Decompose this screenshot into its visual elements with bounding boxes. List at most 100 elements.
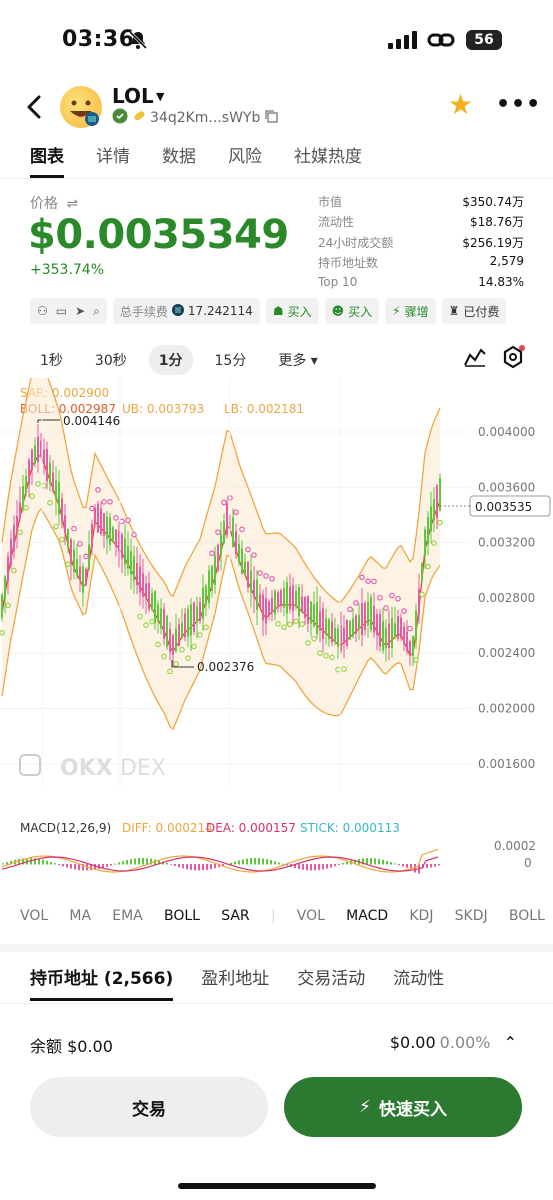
candle-body: [100, 508, 102, 535]
price-chart[interactable]: SAR: 0.002900 BOLL: 0.002987 UB: 0.00379…: [0, 378, 553, 788]
diff-line: [1, 848, 439, 873]
tab-risk[interactable]: 风险: [228, 142, 262, 178]
indicator-macd[interactable]: MACD: [346, 908, 388, 924]
total-fee-chip[interactable]: 总手续费 17.242114: [112, 298, 260, 324]
candle-body: [181, 622, 183, 639]
interval-15m[interactable]: 15分: [205, 345, 257, 375]
tab-holders[interactable]: 持币地址 (2,566): [30, 964, 174, 1001]
candle-body: [430, 506, 432, 532]
indicator-ma[interactable]: MA: [69, 908, 91, 924]
candle-body: [319, 611, 321, 631]
dev-buy-chip[interactable]: ☻ 买入: [324, 298, 380, 324]
candle-body: [76, 559, 78, 575]
candle-body: [97, 503, 99, 533]
sar-dot: [167, 668, 173, 675]
token-stats: 市值 $350.74万 流动性 $18.76万 24小时成交额 $256.19万 持币…: [318, 193, 524, 295]
candle-body: [223, 520, 225, 544]
quick-buy-button[interactable]: ⚡ 快速买入: [284, 1077, 522, 1137]
surge-chip[interactable]: ⚡ 骤增: [385, 298, 436, 324]
interval-1s[interactable]: 1秒: [30, 345, 73, 375]
token-name[interactable]: LOL: [112, 84, 154, 108]
candle-body: [244, 561, 246, 575]
stat-value: $256.19万: [462, 235, 524, 250]
tab-data[interactable]: 数据: [162, 142, 196, 178]
favorite-star-icon[interactable]: ★: [448, 88, 473, 121]
candle-body: [34, 445, 36, 464]
y-tick-label: 0.002000: [478, 702, 535, 716]
sar-dot: [209, 550, 215, 557]
macd-bar: [174, 864, 176, 866]
macd-bar: [346, 861, 348, 865]
stat-value: $350.74万: [462, 195, 524, 209]
swap-icon[interactable]: ⇌: [66, 196, 78, 212]
tab-chart[interactable]: 图表: [30, 142, 64, 178]
indicator-boll-sub[interactable]: BOLL: [509, 908, 545, 924]
macd-bar: [246, 858, 248, 865]
verified-shield-icon: [112, 108, 128, 128]
macd-bar: [334, 864, 336, 867]
copy-icon[interactable]: [264, 109, 279, 127]
interval-1m[interactable]: 1分: [148, 345, 193, 375]
indicator-vol[interactable]: VOL: [20, 908, 48, 924]
macd-bar: [254, 858, 256, 865]
sar-dot: [125, 517, 131, 524]
interval-30s[interactable]: 30秒: [85, 345, 137, 375]
candle-body: [403, 626, 405, 643]
chevron-up-icon[interactable]: ⌃: [504, 1033, 517, 1052]
candle-body: [391, 617, 393, 648]
smart-money-buy-chip[interactable]: ☗ 买入: [265, 298, 319, 324]
indicator-vol-sub[interactable]: VOL: [297, 908, 325, 924]
candle-body: [382, 620, 384, 651]
candle-body: [142, 573, 144, 597]
token-address-row[interactable]: 34q2Km...sWYb: [112, 108, 279, 128]
indicator-ema[interactable]: EMA: [112, 908, 143, 924]
macd-bar: [338, 864, 340, 865]
candle-body: [298, 587, 300, 616]
chart-indicator-icon[interactable]: [464, 347, 486, 371]
candle-body: [121, 534, 123, 559]
token-address: 34q2Km...sWYb: [150, 110, 261, 126]
paid-chip[interactable]: ♜ 已付费: [441, 298, 507, 324]
candle-body: [409, 641, 411, 656]
sar-dot: [341, 666, 347, 672]
tab-social[interactable]: 社媒热度: [294, 142, 362, 178]
sar-dot: [245, 546, 251, 553]
tab-profit[interactable]: 盈利地址: [201, 964, 269, 1001]
indicator-sar[interactable]: SAR: [221, 908, 249, 924]
stat-value: 2,579: [489, 254, 524, 269]
macd-chart[interactable]: MACD(12,26,9) DIFF: 0.000214 DEA: 0.0001…: [0, 812, 553, 900]
trade-button[interactable]: 交易: [30, 1077, 268, 1137]
tab-activity[interactable]: 交易活动: [297, 964, 365, 1001]
sar-dot: [425, 563, 431, 570]
indicator-boll[interactable]: BOLL: [164, 908, 200, 924]
sar-dot: [107, 499, 113, 505]
candle-body: [274, 590, 276, 615]
candle-body: [349, 620, 351, 640]
tab-details[interactable]: 详情: [96, 142, 130, 178]
sar-dot: [323, 652, 329, 659]
fullscreen-icon[interactable]: [19, 754, 41, 776]
interval-more[interactable]: 更多 ▾: [268, 345, 327, 375]
high-label: 0.004146: [63, 414, 120, 428]
back-arrow-icon[interactable]: [26, 94, 42, 124]
indicator-kdj[interactable]: KDJ: [409, 908, 433, 924]
tab-liquidity[interactable]: 流动性: [393, 964, 444, 1001]
macd-bar: [366, 858, 368, 865]
card-icon: ▭: [55, 303, 68, 318]
candle-body: [337, 628, 339, 647]
indicator-skdj[interactable]: SKDJ: [455, 908, 488, 924]
surge-icon: ⚡: [392, 304, 401, 318]
macd-bar: [298, 864, 300, 869]
balance-summary[interactable]: $0.00 0.00% ⌃: [390, 1033, 517, 1052]
candle-body: [16, 515, 18, 533]
more-menu-icon[interactable]: •••: [496, 92, 541, 117]
social-links-chip[interactable]: ⚇ ▭ ➤ ⌕: [30, 298, 107, 324]
token-dropdown-icon[interactable]: ▼: [156, 90, 164, 103]
sar-dot: [257, 570, 263, 576]
chip-label: 买入: [348, 304, 373, 319]
sar-dot: [185, 655, 191, 661]
indicator-separator: |: [270, 908, 276, 924]
sar-dot: [47, 500, 53, 506]
macd-bar: [118, 862, 120, 865]
chart-settings-icon[interactable]: [500, 344, 526, 374]
